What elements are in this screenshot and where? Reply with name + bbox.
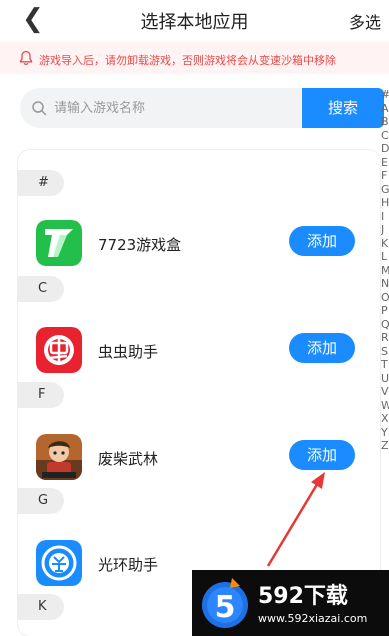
592-logo-icon: 5 [202,578,248,628]
bell-icon [19,50,33,66]
app-name: 虫虫助手 [98,343,159,361]
alphabet-index-item[interactable]: J [381,223,389,237]
alphabet-index-item[interactable]: L [381,250,389,264]
feichai-wulin-app-icon [36,434,82,480]
guanghuan-app-icon [36,540,82,586]
add-button[interactable]: 添加 [289,333,355,363]
page-title: 选择本地应用 [140,12,249,33]
notice-text: 游戏导入后，请勿卸载游戏，否则游戏将会从变速沙箱中移除 [39,54,336,67]
header-bar: ❮ 选择本地应用 多选 [0,0,389,40]
alphabet-index-item[interactable]: I [381,210,389,224]
app-row-feichai-wulin: 废柴武林 添加 [18,434,380,488]
alphabet-index-item[interactable]: X [381,412,389,426]
watermark-url: www.592xiazai.com [258,612,368,625]
alphabet-index-item[interactable]: G [381,183,389,197]
alphabet-index-item[interactable]: W [381,399,389,413]
alphabet-index-item[interactable]: R [381,331,389,345]
alphabet-index-item[interactable]: D [381,142,389,156]
alphabet-index-item[interactable]: S [381,345,389,359]
section-header-c: C [18,276,64,302]
alphabet-index-item[interactable]: Q [381,318,389,332]
app-row-7723: 7723游戏盒 添加 [18,220,380,274]
search-button[interactable]: 搜索 [302,88,384,128]
alphabet-index-item[interactable]: H [381,196,389,210]
search-box [20,88,302,128]
section-header-g: G [18,488,64,514]
alphabet-index[interactable]: #ABCDEFGHIJKLMNOPQRSTUVWXYZ [381,88,389,608]
alphabet-index-item[interactable]: N [381,277,389,291]
7723-app-icon [36,220,82,266]
app-name: 7723游戏盒 [98,236,182,254]
section-header-hash: # [18,170,64,196]
add-button[interactable]: 添加 [289,226,355,256]
alphabet-index-item[interactable]: M [381,264,389,278]
alphabet-index-item[interactable]: A [381,102,389,116]
alphabet-index-item[interactable]: V [381,385,389,399]
alphabet-index-item[interactable]: Z [381,439,389,453]
app-name: 废柴武林 [98,450,159,468]
search-icon [32,101,47,116]
chongchong-app-icon [36,327,82,373]
app-name: 光环助手 [98,556,159,574]
alphabet-index-item[interactable]: F [381,169,389,183]
alphabet-index-item[interactable]: # [381,88,389,102]
alphabet-index-item[interactable]: O [381,291,389,305]
multi-select-button[interactable]: 多选 [349,9,381,33]
alphabet-index-item[interactable]: K [381,237,389,251]
add-button[interactable]: 添加 [289,440,355,470]
app-row-chongchong: 虫虫助手 添加 [18,327,380,381]
search-input[interactable] [54,88,294,128]
alphabet-index-item[interactable]: B [381,115,389,129]
alphabet-index-item[interactable]: E [381,156,389,170]
svg-text:5: 5 [215,590,236,625]
alphabet-index-item[interactable]: U [381,372,389,386]
alphabet-index-item[interactable]: Y [381,426,389,440]
section-header-f: F [18,382,64,408]
alphabet-index-item[interactable]: T [381,358,389,372]
alphabet-index-item[interactable]: C [381,129,389,143]
section-header-k: K [18,594,64,620]
watermark-title: 592下载 [258,584,348,609]
alphabet-index-item[interactable]: P [381,304,389,318]
warning-notice: 游戏导入后，请勿卸载游戏，否则游戏将会从变速沙箱中移除 [0,42,389,74]
watermark: 5 592下载 www.592xiazai.com [192,570,389,636]
